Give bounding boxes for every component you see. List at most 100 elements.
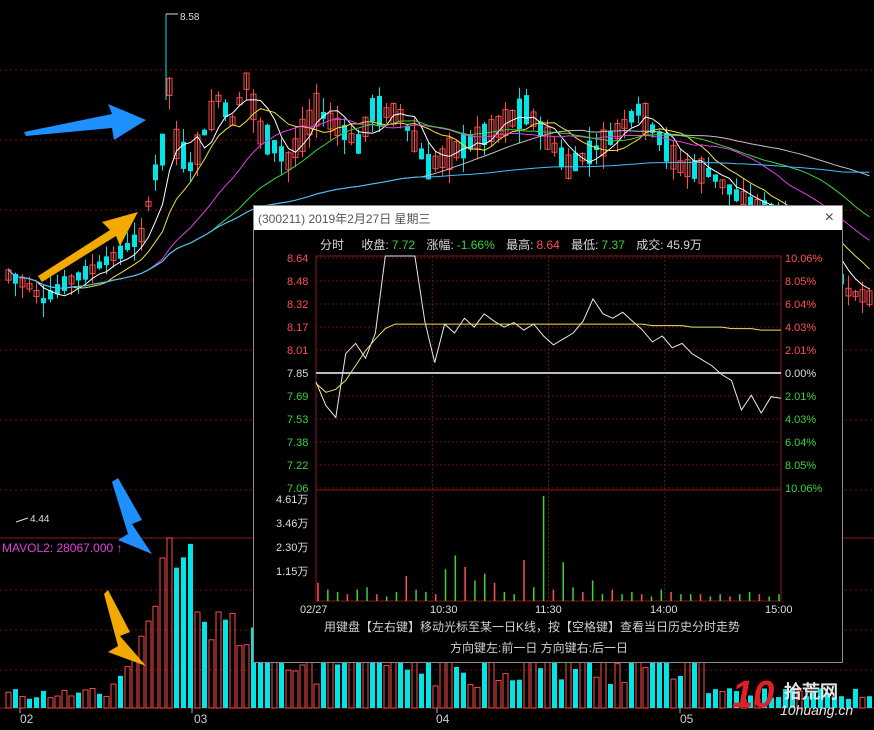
volume-bar [383,665,390,709]
time-axis-label: 14:00 [650,604,678,616]
price-tick-label: 8.32 [287,299,308,311]
x-axis-label-may: 05 [680,712,694,726]
volume-bar [208,639,215,709]
volume-bar [306,658,313,709]
avg-price-line [315,323,781,393]
volume-bar [474,686,481,709]
candle-body [104,256,109,266]
volume-bar [706,693,711,708]
volume-bar [538,668,543,708]
volume-bar [335,664,340,708]
volume-bar [76,692,81,708]
volume-bar [181,557,186,708]
candle-body [608,131,613,145]
candle-body [713,174,718,182]
candle-body [118,245,123,259]
high-price-label: 8.58 [180,12,200,23]
volume-bar [236,645,243,709]
candle-body [279,146,284,162]
volume-bar [432,685,439,709]
volume-bar [110,683,117,709]
arrow-icon [24,104,146,140]
volume-bar [145,620,152,709]
volume-bar [565,661,572,709]
close-value: 7.72 [391,238,416,252]
pct-tick-label: 6.04% [785,437,816,449]
volume-bar [103,695,110,709]
price-tick-label: 8.17 [287,322,308,334]
low-price-label: 4.44 [30,514,50,525]
volume-bar [313,683,320,709]
candle-body [727,184,732,195]
candle-body [41,298,46,304]
candle-body [692,160,697,179]
candle-body [223,102,228,118]
volume-bar [390,657,397,709]
price-tick-label: 7.22 [287,460,308,472]
volume-bar [678,675,683,708]
candle-body [657,131,662,146]
price-tick-label: 7.85 [287,368,308,380]
volume-bar [202,621,207,708]
volume-bar [467,684,474,709]
volume-bar [482,656,487,708]
volume-bar [166,537,173,709]
volume-bar [34,697,39,708]
volume-bar [670,678,677,709]
volume-bar [461,672,466,708]
candle-body [573,152,578,172]
intraday-popup: (300211) 2019年2月27日 星期三 × 8.64 10.06% 8.48… [253,205,843,663]
x-axis-label-feb: 02 [20,712,34,726]
price-tick-label: 8.01 [287,345,308,357]
pct-tick-label: 10.06% [785,253,823,265]
intraday-tab[interactable]: 分时 [320,238,344,252]
volume-bar [152,605,159,709]
time-axis-label: 15:00 [765,604,793,616]
volume-bar [89,688,96,709]
volume-bar [377,659,382,708]
volume-tick-label: 4.61万 [276,494,308,506]
intraday-info-bar: 分时 收盘: 7.72 涨幅: -1.66% 最高: 8.64 最低: 7.37 成交:… [320,236,705,253]
volume-bar [13,689,18,708]
volume-bar [194,611,201,709]
volume-bar [642,667,649,709]
volume-bar [138,635,145,709]
change-value: -1.66% [456,238,495,252]
candle-body [706,167,711,178]
candle-body [482,123,487,146]
candle-body [160,133,165,166]
volume-bar [223,619,228,708]
volume-bar [188,543,193,708]
volume-bar [5,691,12,709]
volume-bar [552,655,557,708]
volume-bar [299,664,306,709]
candle-body [76,272,81,281]
candle-body [559,147,564,167]
volume-bar [523,657,530,709]
pct-tick-label: 2.01% [785,345,816,357]
intraday-chart[interactable]: 8.64 10.06% 8.48 8.05% 8.32 6.04% 8.17 4.03% 8.0… [254,206,842,662]
volume-bar [174,567,179,708]
candle-body [356,134,361,154]
volume-bar [54,695,61,709]
volume-bar [719,690,726,709]
price-tick-label: 7.69 [287,391,308,403]
volume-tick-label: 1.15万 [276,566,308,578]
pct-tick-label: 8.05% [785,460,816,472]
volume-bar [411,660,418,709]
candle-body [55,284,60,295]
low-value: 7.37 [601,238,625,252]
time-axis-label: 02/27 [300,604,328,616]
volume-bar [61,689,68,709]
candle-body [419,148,424,160]
volume-bar [19,695,26,709]
price-tick-label: 7.53 [287,414,308,426]
candle-body [97,261,102,269]
candle-body [524,95,529,125]
candle-body [377,95,382,127]
volume-bar [698,658,705,709]
pct-tick-label: 10.06% [785,483,823,495]
x-axis-label-apr: 04 [436,712,450,726]
candle-body [370,98,375,122]
pct-tick-label: 8.05% [785,276,816,288]
